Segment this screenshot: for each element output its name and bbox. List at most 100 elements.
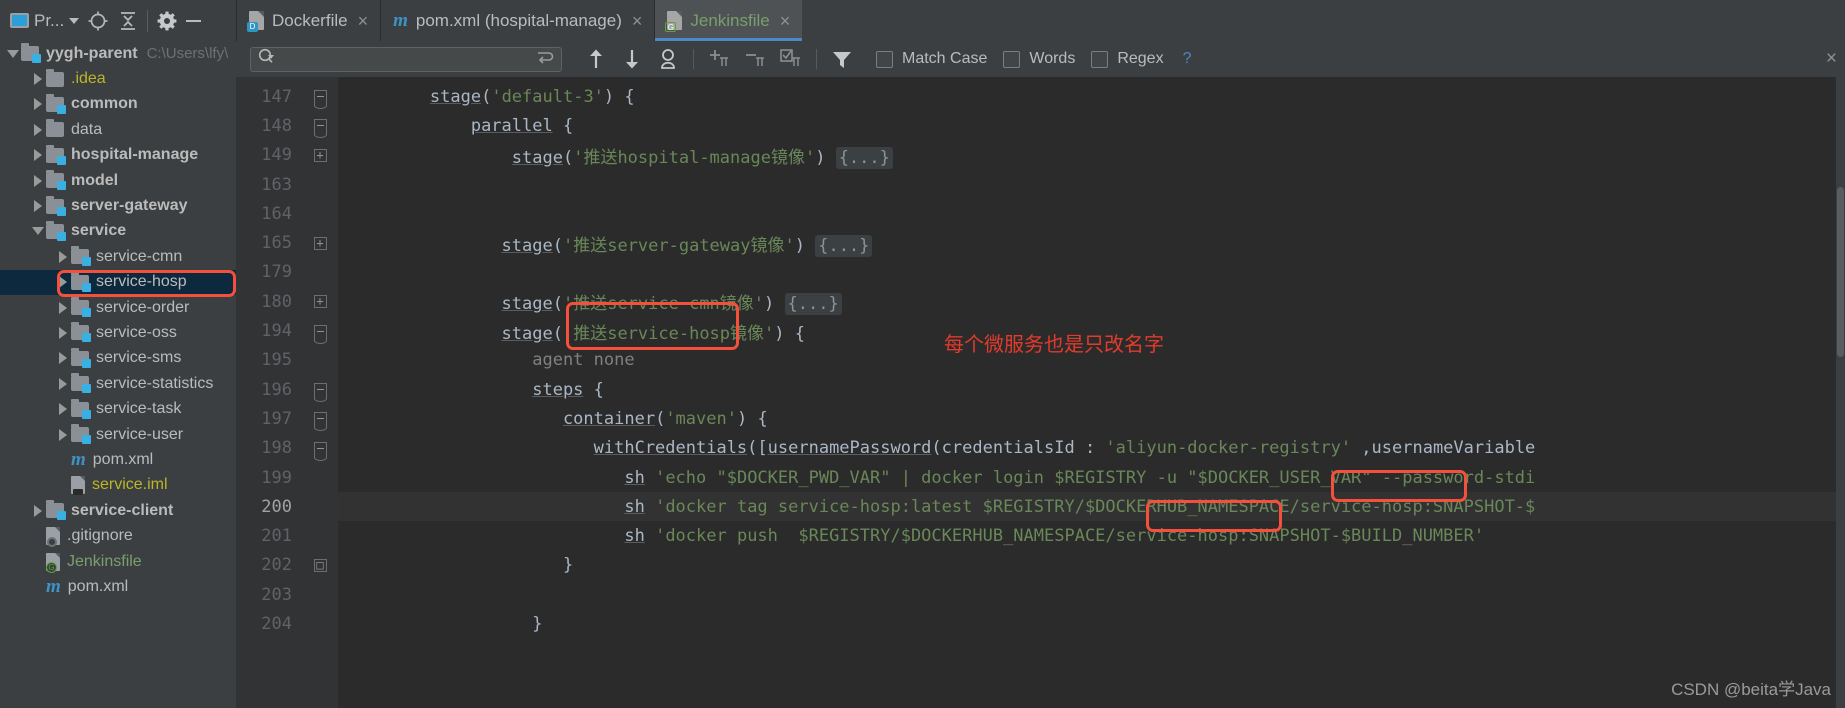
words-checkbox[interactable]: Words (1003, 50, 1075, 68)
code-line-203[interactable]: 203 (236, 580, 1535, 609)
close-icon[interactable]: × (780, 12, 791, 30)
code-line-163[interactable]: 163 (236, 170, 1535, 199)
chevron-down-icon[interactable] (31, 227, 44, 236)
tree-row-common[interactable]: common (0, 92, 236, 117)
tab-jenkinsfile[interactable]: G Jenkinsfile × (654, 0, 803, 41)
tree-row-service-client[interactable]: service-client (0, 498, 236, 523)
filter-icon[interactable] (827, 46, 857, 72)
chevron-right-icon[interactable] (33, 149, 42, 162)
settings-gear-icon[interactable] (156, 7, 178, 35)
chevron-right-icon[interactable] (58, 428, 67, 441)
close-find-icon[interactable]: × (1826, 48, 1837, 70)
chevron-right-icon[interactable] (33, 504, 42, 517)
tab-pom-xml[interactable]: m pom.xml (hospital-manage) × (380, 0, 654, 41)
tree-row-hospital-manage[interactable]: hospital-manage (0, 143, 236, 168)
code-text: parallel { (470, 115, 574, 136)
chevron-right-icon[interactable] (33, 98, 42, 111)
tree-row-service-user[interactable]: service-user (0, 422, 236, 447)
tree-row-service[interactable]: service (0, 219, 236, 244)
regex-checkbox[interactable]: Regex ? (1091, 50, 1191, 68)
search-input[interactable] (250, 46, 562, 72)
chevron-right-icon[interactable] (33, 123, 42, 136)
tree-row--idea[interactable]: .idea (0, 66, 236, 91)
code-line-164[interactable]: 164 (236, 199, 1535, 228)
select-all-icon[interactable] (776, 46, 806, 72)
tree-row-service-cmn[interactable]: service-cmn (0, 244, 236, 269)
fold-expand-icon[interactable]: + (302, 295, 338, 309)
code-line-199[interactable]: 199 sh 'echo "$DOCKER_PWD_VAR" | docker … (236, 463, 1535, 492)
code-line-200[interactable]: 200 sh 'docker tag service-hosp:latest $… (236, 492, 1535, 521)
chevron-right-icon[interactable] (33, 73, 42, 86)
code-line-147[interactable]: 147 stage('default-3') { (236, 82, 1535, 111)
locate-icon[interactable] (87, 7, 109, 35)
code-line-194[interactable]: 194 stage('推送service-hosp镜像') { (236, 316, 1535, 345)
scrollbar-thumb[interactable] (1837, 187, 1844, 357)
chevron-right-icon[interactable] (58, 403, 67, 416)
code-line-149[interactable]: 149 + stage('推送hospital-manage镜像') {...} (236, 141, 1535, 170)
code-editor[interactable]: 147 stage('default-3') {148 parallel {14… (236, 77, 1845, 708)
code-line-204[interactable]: 204 } (236, 609, 1535, 638)
tree-row-service-order[interactable]: service-order (0, 295, 236, 320)
fold-collapse-icon[interactable] (302, 383, 338, 403)
next-occurrence-icon[interactable] (617, 46, 647, 72)
checkbox-box[interactable] (876, 50, 893, 68)
fold-collapse-icon[interactable] (302, 412, 338, 432)
chevron-right-icon[interactable] (58, 301, 67, 314)
close-icon[interactable]: × (632, 12, 643, 30)
tree-row-service-oss[interactable]: service-oss (0, 320, 236, 345)
regex-help-icon[interactable]: ? (1183, 50, 1192, 68)
code-line-196[interactable]: 196 steps { (236, 375, 1535, 404)
chevron-right-icon[interactable] (58, 250, 67, 263)
chevron-right-icon[interactable] (33, 174, 42, 187)
code-line-202[interactable]: 202 □ } (236, 551, 1535, 580)
code-line-180[interactable]: 180 + stage('推送service-cmn镜像') {...} (236, 287, 1535, 316)
add-selection-icon[interactable] (704, 46, 734, 72)
checkbox-box[interactable] (1091, 50, 1109, 68)
select-all-occurrences-icon[interactable] (653, 46, 683, 72)
code-line-198[interactable]: 198 withCredentials([usernamePassword(cr… (236, 434, 1535, 463)
match-case-checkbox[interactable]: Match Case (876, 50, 987, 68)
tree-row-service-sms[interactable]: service-sms (0, 346, 236, 371)
code-line-148[interactable]: 148 parallel { (236, 111, 1535, 140)
fold-collapse-icon[interactable] (302, 90, 338, 110)
fold-expand-icon[interactable]: + (302, 148, 338, 162)
fold-collapse-icon[interactable] (302, 119, 338, 139)
editor-scrollbar[interactable] (1836, 77, 1845, 708)
chevron-right-icon[interactable] (58, 377, 67, 390)
tree-row-service-task[interactable]: service-task (0, 396, 236, 421)
fold-collapse-icon[interactable]: □ (302, 558, 338, 572)
chevron-right-icon[interactable] (58, 326, 67, 339)
chevron-right-icon[interactable] (33, 200, 42, 213)
minimize-icon[interactable] (186, 7, 202, 35)
search-wrap-icon[interactable] (536, 49, 554, 70)
code-line-201[interactable]: 201 sh 'docker push $REGISTRY/$DOCKERHUB… (236, 521, 1535, 550)
fold-collapse-icon[interactable] (302, 441, 338, 461)
tree-row--gitignore[interactable]: .gitignore (0, 523, 236, 548)
fold-collapse-icon[interactable] (302, 324, 338, 344)
close-icon[interactable]: × (358, 12, 369, 30)
tree-row-service-hosp[interactable]: service-hosp (0, 269, 236, 295)
code-line-197[interactable]: 197 container('maven') { (236, 404, 1535, 433)
tree-row-root[interactable]: yygh-parent C:\Users\lfy\ (0, 41, 236, 66)
collapse-all-icon[interactable] (117, 7, 139, 35)
tree-row-server-gateway[interactable]: server-gateway (0, 193, 236, 218)
remove-selection-icon[interactable] (740, 46, 770, 72)
chevron-right-icon[interactable] (58, 276, 67, 289)
checkbox-box[interactable] (1003, 50, 1021, 68)
prev-occurrence-icon[interactable] (581, 46, 611, 72)
code-line-179[interactable]: 179 (236, 258, 1535, 287)
code-line-165[interactable]: 165 + stage('推送server-gateway镜像') {...} (236, 228, 1535, 257)
chevron-right-icon[interactable] (58, 352, 67, 365)
tree-row-data[interactable]: data (0, 117, 236, 142)
project-view-button[interactable]: Pr... (10, 11, 80, 31)
code-text: sh 'echo "$DOCKER_PWD_VAR" | docker logi… (624, 467, 1536, 488)
tree-row-service-statistics[interactable]: service-statistics (0, 371, 236, 396)
tree-row-model[interactable]: model (0, 168, 236, 193)
tree-row-jenkinsfile[interactable]: G Jenkinsfile (0, 549, 236, 574)
code-line-195[interactable]: 195 agent none (236, 346, 1535, 375)
fold-expand-icon[interactable]: + (302, 236, 338, 250)
tab-dockerfile[interactable]: D Dockerfile × (236, 0, 380, 41)
tree-row-pom-xml[interactable]: m pom.xml (0, 574, 236, 599)
tree-row-pom-xml[interactable]: m pom.xml (0, 447, 236, 472)
tree-row-service-iml[interactable]: service.iml (0, 473, 236, 498)
